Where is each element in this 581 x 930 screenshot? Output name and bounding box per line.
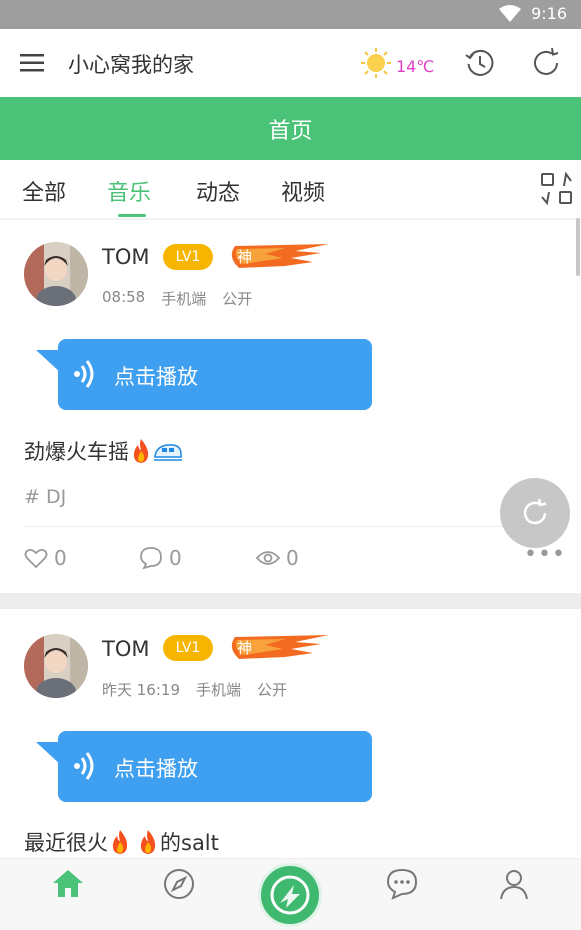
like-stat[interactable]: 0	[24, 546, 67, 570]
view-count: 0	[286, 546, 299, 570]
post-time: 昨天 16:19	[102, 681, 180, 699]
post-card[interactable]: TOM LV1 神 08:58 手机端 公开 点击播放 劲爆火车摇 # DJ 0…	[0, 220, 581, 593]
like-count: 0	[54, 546, 67, 570]
temperature: 14℃	[396, 56, 435, 76]
title-badge: 神	[225, 242, 335, 272]
tab-moments[interactable]: 动态	[196, 175, 240, 207]
post-meta: 昨天 16:19 手机端 公开	[102, 679, 287, 700]
post-text: 最近很火 的salt	[24, 827, 219, 857]
tab-video[interactable]: 视频	[281, 175, 325, 207]
train-icon	[154, 444, 182, 461]
level-badge: LV1	[163, 244, 213, 270]
hamburger-menu-icon[interactable]	[20, 51, 46, 75]
heart-icon	[24, 548, 48, 569]
tab-bar: 全部 音乐 动态 视频	[0, 160, 581, 218]
post-visibility: 公开	[257, 681, 288, 699]
page-title: 首页	[268, 119, 313, 144]
post-text-before: 最近很火	[24, 831, 108, 855]
title-badge: 神	[225, 633, 335, 663]
app-bar: 小心窝我的家 14℃	[0, 29, 581, 97]
chat-icon[interactable]	[385, 867, 419, 901]
post-text-content: 劲爆火车摇	[24, 440, 129, 464]
play-voice-button[interactable]: 点击播放	[58, 731, 372, 802]
bottom-nav	[0, 858, 581, 930]
status-time: 9:16	[531, 4, 567, 23]
center-action-button[interactable]	[258, 863, 322, 927]
scrollbar[interactable]	[576, 218, 580, 276]
play-label: 点击播放	[114, 757, 198, 781]
post-visibility: 公开	[222, 290, 253, 308]
home-icon[interactable]	[51, 867, 85, 901]
comment-stat[interactable]: 0	[139, 546, 182, 570]
view-stat: 0	[256, 546, 299, 570]
eye-icon	[256, 551, 280, 565]
title-badge-label: 神	[237, 248, 253, 266]
title-badge-label: 神	[237, 639, 253, 657]
layout-switch-icon[interactable]	[540, 172, 574, 206]
wifi-icon	[499, 4, 522, 22]
tab-music[interactable]: 音乐	[107, 175, 151, 207]
post-time: 08:58	[102, 288, 146, 306]
refresh-icon	[523, 498, 547, 525]
post-text-after: 的salt	[160, 831, 219, 855]
post-divider	[24, 526, 557, 527]
avatar[interactable]	[24, 634, 88, 698]
post-device: 手机端	[161, 290, 207, 308]
post-text: 劲爆火车摇	[24, 436, 183, 466]
app-title: 小心窝我的家	[68, 53, 194, 77]
play-voice-button[interactable]: 点击播放	[58, 339, 372, 410]
active-tab-indicator	[118, 214, 146, 217]
weather-widget: 14℃	[360, 47, 434, 79]
post-meta: 08:58 手机端 公开	[102, 288, 252, 309]
username[interactable]: TOM	[102, 637, 149, 661]
post-device: 手机端	[196, 681, 242, 699]
post-card[interactable]: TOM LV1 神 昨天 16:19 手机端 公开 点击播放 最近很火 的sal…	[0, 609, 581, 858]
tab-all[interactable]: 全部	[22, 175, 66, 207]
play-label: 点击播放	[114, 365, 198, 389]
level-badge: LV1	[163, 635, 213, 661]
sound-wave-icon	[74, 752, 94, 780]
post-tag[interactable]: # DJ	[24, 486, 66, 508]
sound-wave-icon	[74, 360, 94, 388]
username[interactable]: TOM	[102, 245, 149, 269]
fire-icon	[112, 830, 128, 854]
fire-icon	[140, 830, 156, 854]
comment-bubble-icon	[140, 547, 162, 570]
floating-refresh-button[interactable]	[500, 478, 570, 548]
page-header: 首页	[0, 97, 581, 160]
comment-count: 0	[169, 546, 182, 570]
refresh-icon[interactable]	[530, 47, 562, 79]
post-separator	[0, 593, 581, 609]
history-clock-icon[interactable]	[464, 47, 496, 79]
fire-icon	[133, 439, 149, 463]
sun-icon	[361, 48, 391, 78]
center-action-icon	[270, 875, 310, 915]
profile-icon[interactable]	[497, 867, 531, 901]
status-bar: 9:16	[0, 0, 581, 29]
compass-icon[interactable]	[162, 867, 196, 901]
avatar[interactable]	[24, 242, 88, 306]
